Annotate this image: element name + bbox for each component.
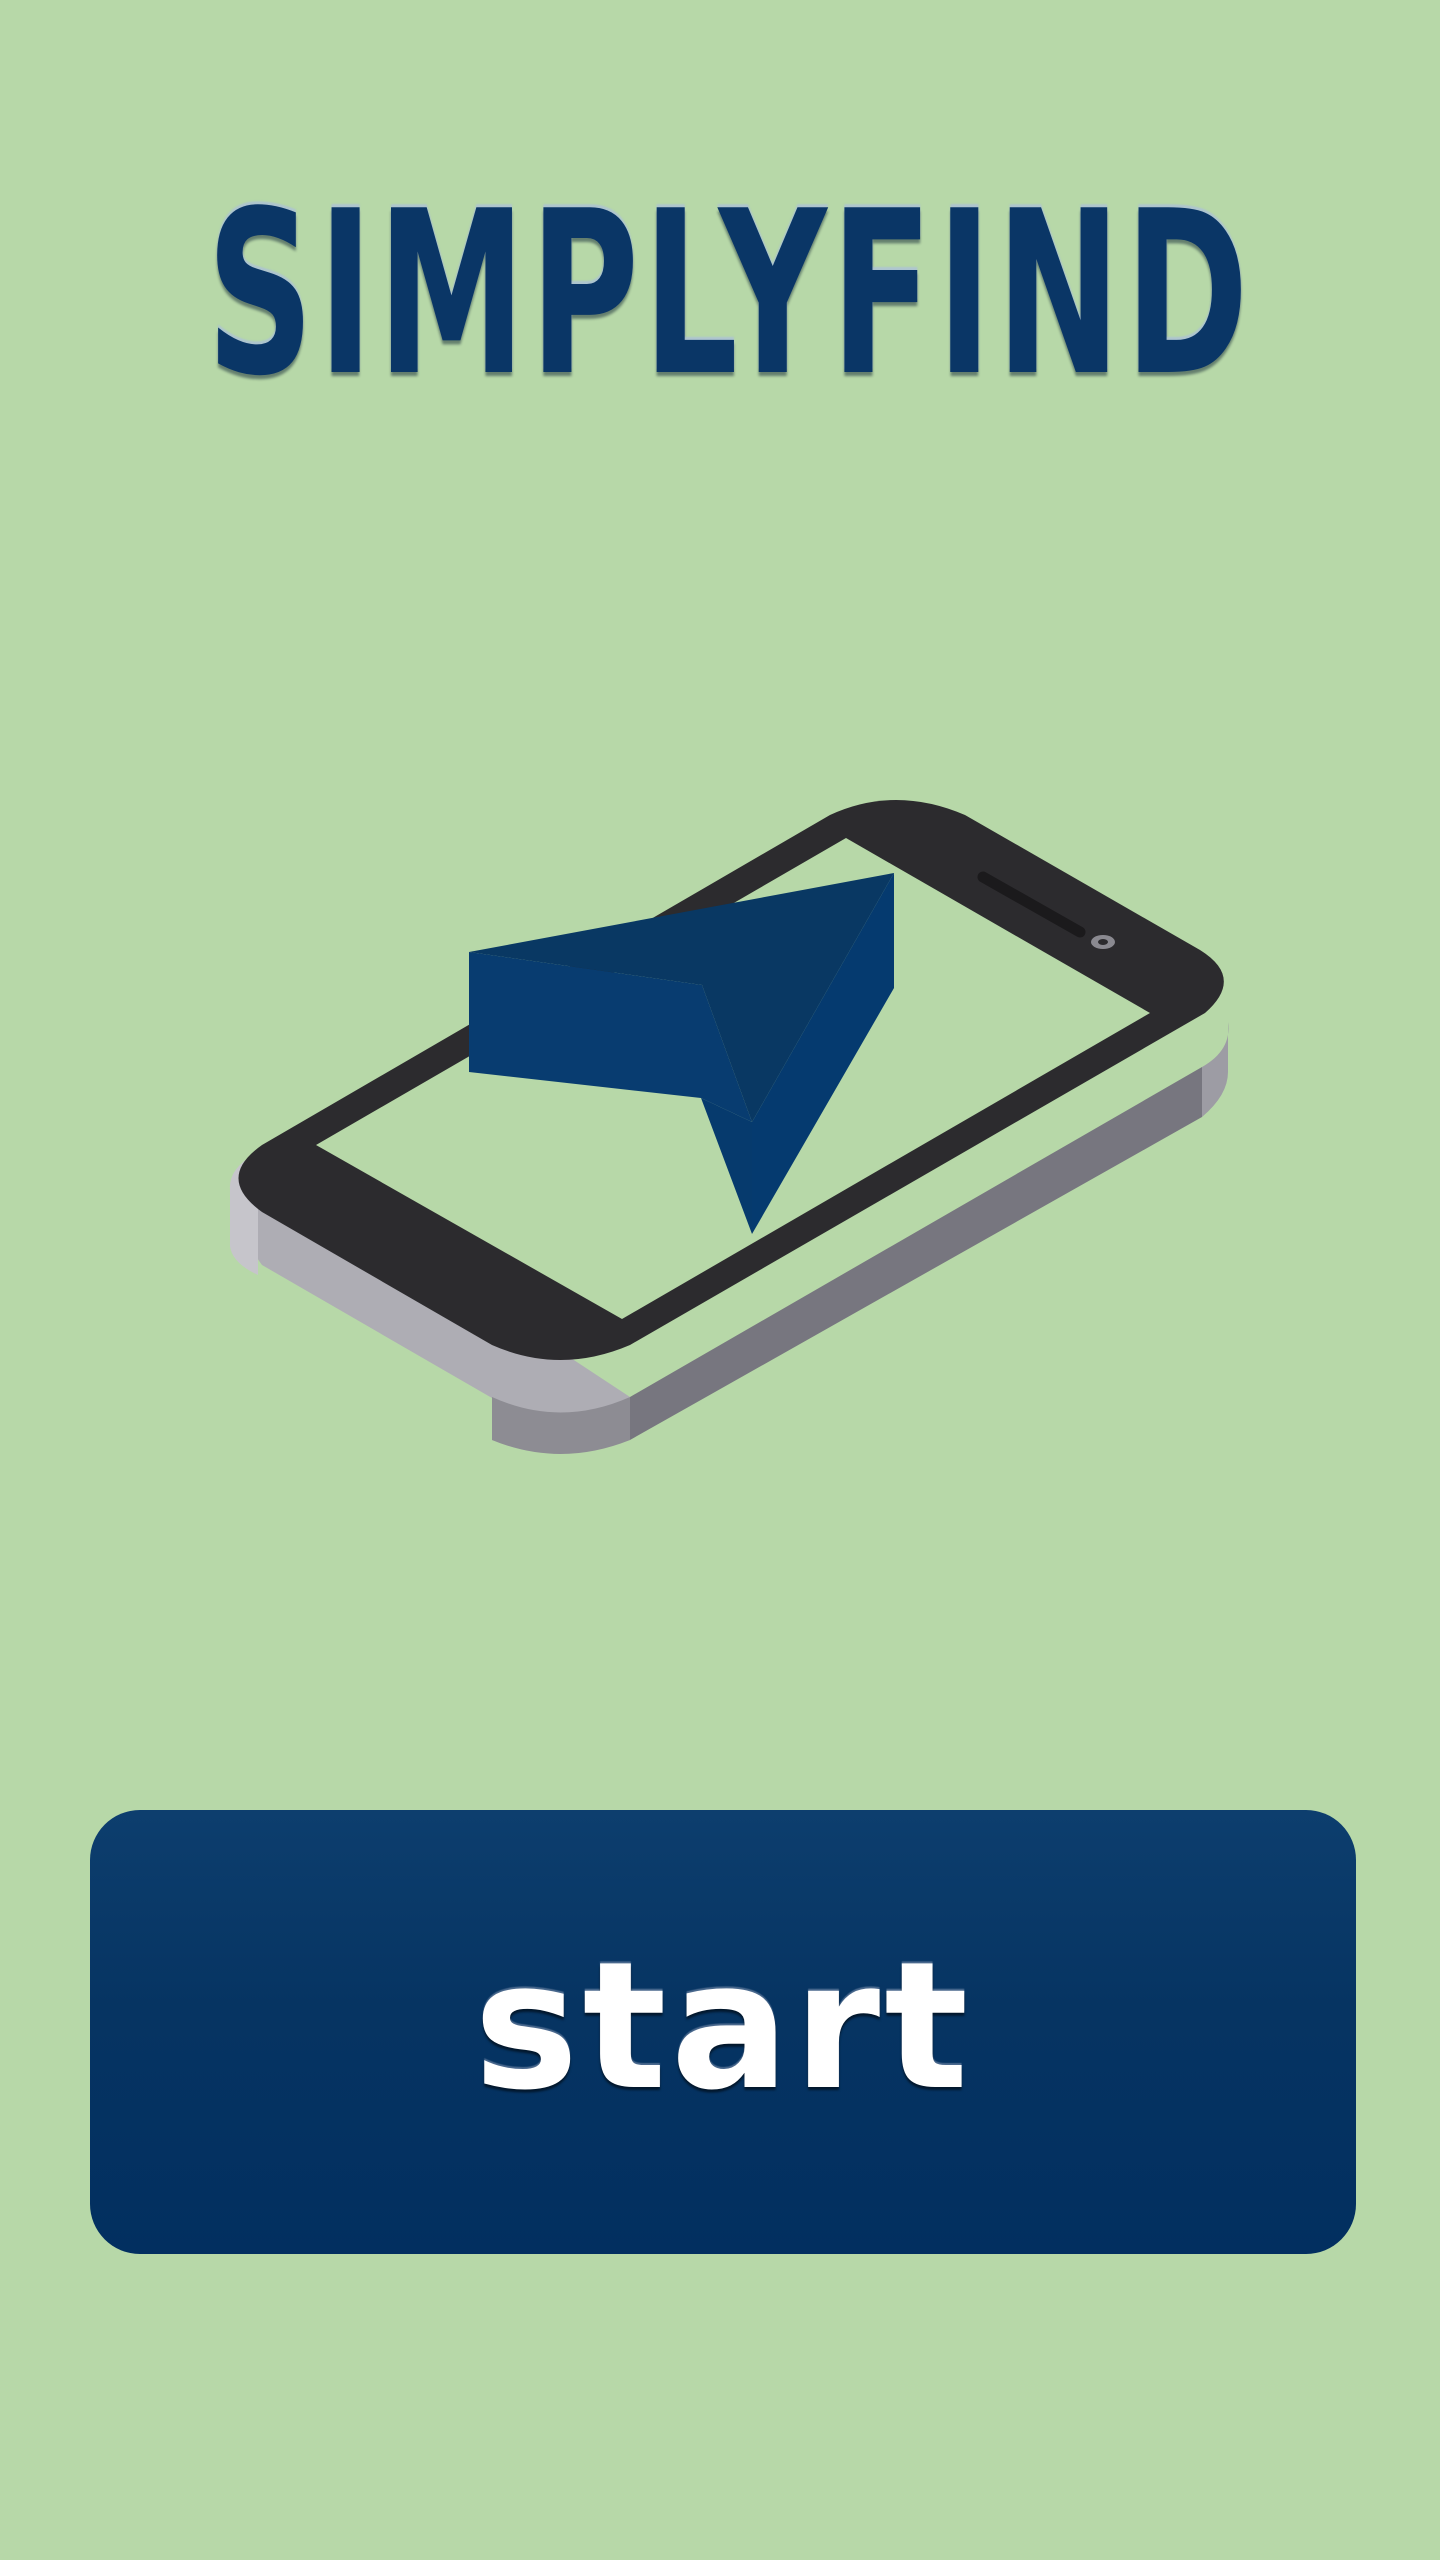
- phone-right-end: [1202, 1022, 1229, 1117]
- app-title: SIMPLYFIND: [206, 163, 1254, 426]
- phone-with-navigation-arrow-icon: [229, 800, 1229, 1454]
- phone-camera-lens: [1098, 939, 1108, 945]
- start-button-label: start: [473, 1924, 973, 2129]
- start-button[interactable]: start: [90, 1810, 1356, 2254]
- hero-illustration: [0, 760, 1440, 1480]
